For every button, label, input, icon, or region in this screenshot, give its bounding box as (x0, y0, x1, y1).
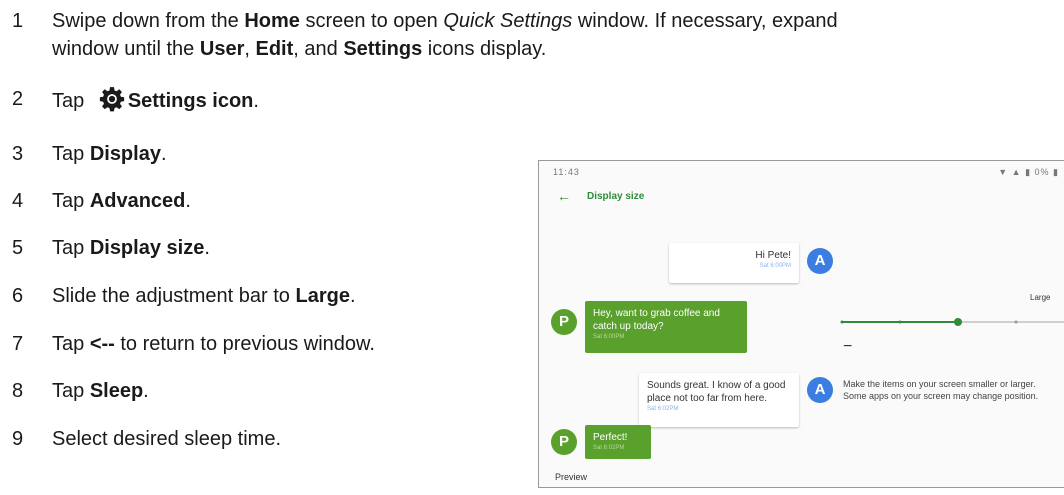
app-bar: ← Display size (539, 183, 1064, 211)
size-description: Make the items on your screen smaller or… (843, 378, 1038, 402)
avatar: A (807, 248, 833, 274)
step-text: window until the User, Edit, and Setting… (52, 38, 547, 60)
chat-bubble: Hi Pete! Sat 6:00PM (669, 243, 799, 283)
chat-bubble: Perfect! Sat 6:02PM (585, 425, 651, 459)
step-text: Tap Display size. (52, 237, 210, 259)
message-time: Sat 6:02PM (593, 445, 625, 451)
step-number: 4 (12, 190, 24, 212)
step-text: Tap <-- to return to previous window. (52, 333, 375, 355)
message-text: Hi Pete! (755, 250, 791, 261)
step-number: 9 (12, 428, 24, 450)
step-number: 7 (12, 333, 24, 355)
avatar: P (551, 429, 577, 455)
step-number: 6 (12, 285, 24, 307)
avatar: A (807, 377, 833, 403)
message-text: Hey, want to grab coffee and catch up to… (593, 308, 720, 332)
decrease-size-button[interactable]: − (843, 338, 852, 356)
screen-title: Display size (587, 191, 645, 202)
size-label: Large (1030, 293, 1051, 302)
description-line: Some apps on your screen may change posi… (843, 391, 1039, 401)
avatar: P (551, 309, 577, 335)
chat-bubble: Hey, want to grab coffee and catch up to… (585, 301, 747, 353)
status-bar: 11:43 ▼ ▲ ▮ 0% ▮ (539, 161, 1064, 183)
step-number: 3 (12, 143, 24, 165)
slider-thumb[interactable] (954, 318, 962, 326)
message-time: Sat 6:00PM (593, 334, 625, 340)
message-time: Sat 6:02PM (647, 406, 679, 412)
chat-bubble: Sounds great. I know of a good place not… (639, 373, 799, 427)
step-text: Select desired sleep time. (52, 428, 282, 450)
preview-label: Preview (555, 472, 588, 482)
status-icons: ▼ ▲ ▮ 0% ▮ (998, 167, 1059, 177)
step-text: Slide the adjustment bar to Large. (52, 285, 356, 307)
step-number: 2 (12, 88, 24, 110)
step-text: Tap Sleep. (52, 380, 149, 402)
slider-tick (898, 320, 902, 324)
back-arrow-icon[interactable]: ← (557, 188, 571, 204)
slider-tick (840, 320, 844, 324)
message-time: Sat 6:00PM (759, 263, 791, 269)
description-line: Make the items on your screen smaller or… (843, 379, 1036, 389)
message-text: Perfect! (593, 432, 628, 443)
gear-icon (99, 87, 124, 112)
size-slider[interactable] (838, 316, 1064, 328)
step-text: Tap Settings icon. (52, 86, 259, 114)
step-text: Tap Advanced. (52, 190, 191, 212)
step-number: 8 (12, 380, 24, 402)
step-number: 1 (12, 10, 24, 32)
step-text: Swipe down from the Home screen to open … (52, 10, 838, 32)
step-number: 5 (12, 237, 24, 259)
step-text: Tap Display. (52, 143, 167, 165)
message-text: Sounds great. I know of a good place not… (647, 380, 786, 404)
slider-tick (1014, 320, 1018, 324)
status-time: 11:43 (553, 167, 580, 177)
